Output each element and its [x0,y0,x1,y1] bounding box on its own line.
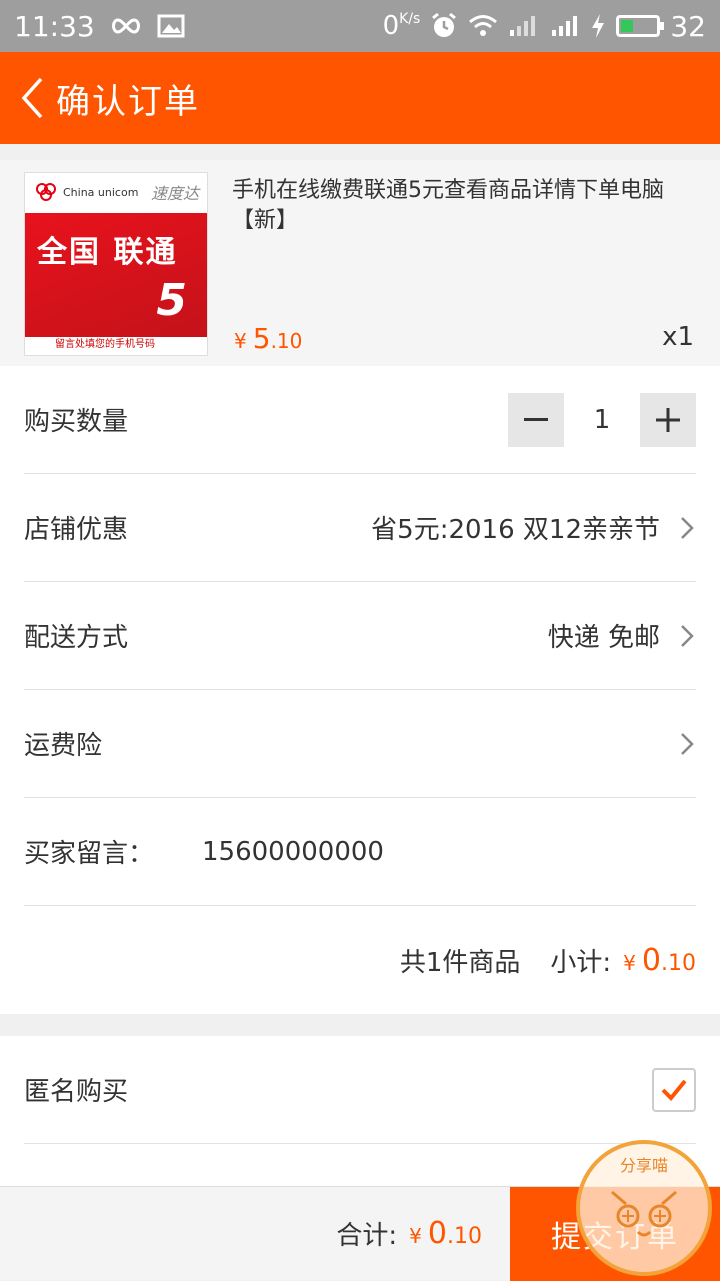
watermark-logo: 分享喵 [576,1140,712,1276]
anonymous-label: 匿名购买 [24,1077,129,1107]
buyer-message-input[interactable]: 15600000000 [202,837,384,867]
delivery-label: 配送方式 [24,623,129,653]
product-quantity: x1 [662,322,694,352]
anonymous-checkbox[interactable] [652,1067,696,1112]
order-summary-row: 共1件商品 小计: ¥0.10 [24,906,696,1014]
minus-icon [524,417,548,421]
anonymous-row[interactable]: 匿名购买 [24,1036,696,1144]
product-price: ¥5.10 [234,322,303,355]
product-card[interactable]: China unicom 速度达 全国 联通 5 留言处填您的手机号码 手机在线… [0,160,720,366]
order-options: 购买数量 1 店铺优惠 省5元:2016 双12亲亲节 配送方式 快递 免邮 运… [0,366,720,1014]
infinity-icon [109,16,143,36]
subtotal-label: 小计: [550,947,612,978]
net-speed: 0K/s [382,11,421,41]
store-discount-row[interactable]: 店铺优惠 省5元:2016 双12亲亲节 [24,474,696,582]
item-count: 共1件商品 [399,947,521,978]
page-title: 确认订单 [56,81,200,122]
chevron-left-icon [21,77,43,119]
product-title[interactable]: 手机在线缴费联通5元查看商品详情下单电脑【新】 [232,176,692,236]
buyer-message-label: 买家留言： [24,839,155,869]
battery-icon [616,15,665,37]
subtotal-value: ¥0.10 [623,942,696,978]
back-button[interactable] [8,52,56,144]
store-discount-value: 省5元:2016 双12亲亲节 [371,515,660,545]
chevron-right-icon [678,732,696,756]
signal-3g-icon [548,14,580,38]
decrease-button[interactable] [508,392,564,447]
chevron-right-icon [678,624,696,648]
image-icon [157,14,185,38]
delivery-row[interactable]: 配送方式 快递 免邮 [24,582,696,690]
cat-face-icon [611,1190,677,1237]
total-value: ¥0.10 [409,1216,482,1251]
quantity-stepper: 1 [508,392,696,447]
alarm-icon [430,12,458,40]
buyer-message-row: 买家留言： 15600000000 [24,798,696,906]
unicom-logo: China unicom [33,181,138,203]
product-thumbnail[interactable]: China unicom 速度达 全国 联通 5 留言处填您的手机号码 [24,172,208,356]
charging-icon [590,13,606,39]
quantity-row: 购买数量 1 [24,366,696,474]
delivery-value: 快递 免邮 [547,623,660,653]
wifi-icon [468,14,498,38]
chevron-right-icon [678,516,696,540]
app-header: 确认订单 [0,52,720,144]
order-total: 合计: ¥0.10 [336,1215,482,1252]
signal-icon [508,14,538,38]
plus-icon [656,407,680,432]
checkmark-icon [661,1079,687,1101]
quantity-value[interactable]: 1 [564,405,640,435]
increase-button[interactable] [640,392,696,447]
status-bar: 11:33 0K/s 32 [0,0,720,52]
battery-level: 32 [670,9,706,43]
status-time: 11:33 [14,9,95,43]
freight-insurance-row[interactable]: 运费险 [24,690,696,798]
store-discount-label: 店铺优惠 [24,515,129,545]
quantity-label: 购买数量 [24,407,129,437]
freight-insurance-label: 运费险 [24,731,103,761]
total-label: 合计: [336,1221,398,1251]
